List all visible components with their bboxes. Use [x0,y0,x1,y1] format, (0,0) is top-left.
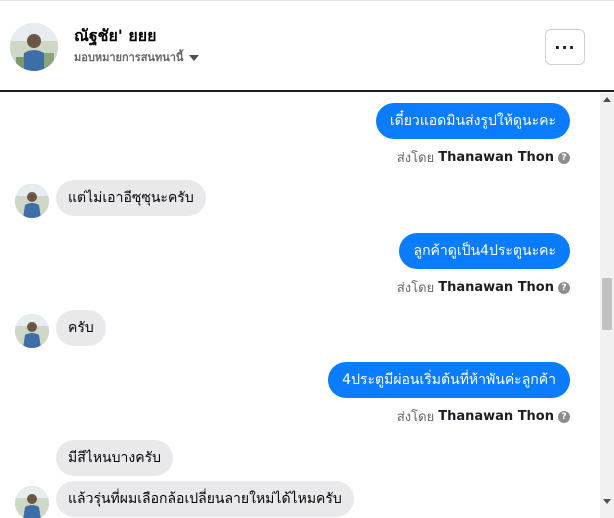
assign-conversation-dropdown[interactable]: มอบหมายการสนทนานี้ [74,48,200,66]
sent-by-line: ส่งโดย Thanawan Thon ? [397,277,570,298]
scroll-down-arrow-icon[interactable] [603,499,611,504]
sent-by-prefix: ส่งโดย [396,410,435,425]
sender-name: Thanawan Thon [438,409,554,424]
message-thread[interactable]: เดี๋ยวแอดมินส่งรูปให้ดูนะคะ ส่งโดย Thana… [0,93,600,518]
incoming-message[interactable]: แต่ไม่เอาอีซุซุนะครับ [56,180,206,216]
sent-by-prefix: ส่งโดย [396,151,435,166]
incoming-message[interactable]: ครับ [56,310,106,346]
more-options-button[interactable]: ··· [545,29,585,65]
conversation-header: ณัฐชัย' ยยย มอบหมายการสนทนานี้ ··· [0,0,614,92]
assign-conversation-label: มอบหมายการสนทนานี้ [74,51,184,64]
contact-avatar[interactable] [10,23,58,71]
outgoing-message[interactable]: เดี๋ยวแอดมินส่งรูปให้ดูนะคะ [375,103,570,139]
outgoing-message[interactable]: ลูกค้าดูเป็น4ประตูนะคะ [399,233,570,269]
more-horizontal-icon: ··· [554,37,576,57]
incoming-message[interactable]: มีสีไหนบางครับ [56,440,173,476]
contact-name: ณัฐชัย' ยยย [74,26,157,45]
outgoing-message[interactable]: 4ประตูมีผ่อนเริ่มต้นที่ห้าพันค่ะลูกค้า [328,362,570,398]
caret-down-icon [189,54,200,61]
question-circle-icon[interactable]: ? [558,410,570,423]
contact-avatar-small [15,486,49,518]
sent-by-line: ส่งโดย Thanawan Thon ? [397,406,570,427]
incoming-message[interactable]: แล้วรุ่นที่ผมเลือกล้อเปลี่ยนลายใหม่ได้ไห… [56,481,354,517]
sender-name: Thanawan Thon [438,150,554,165]
contact-avatar-small [15,184,49,218]
question-circle-icon[interactable]: ? [558,151,570,164]
question-circle-icon[interactable]: ? [558,281,570,294]
sent-by-prefix: ส่งโดย [396,281,435,296]
sender-name: Thanawan Thon [438,280,554,295]
contact-avatar-small [15,314,49,348]
sent-by-line: ส่งโดย Thanawan Thon ? [397,147,570,168]
scroll-up-arrow-icon[interactable] [603,97,611,102]
thread-scrollbar[interactable] [600,93,614,518]
scrollbar-thumb[interactable] [602,278,612,330]
